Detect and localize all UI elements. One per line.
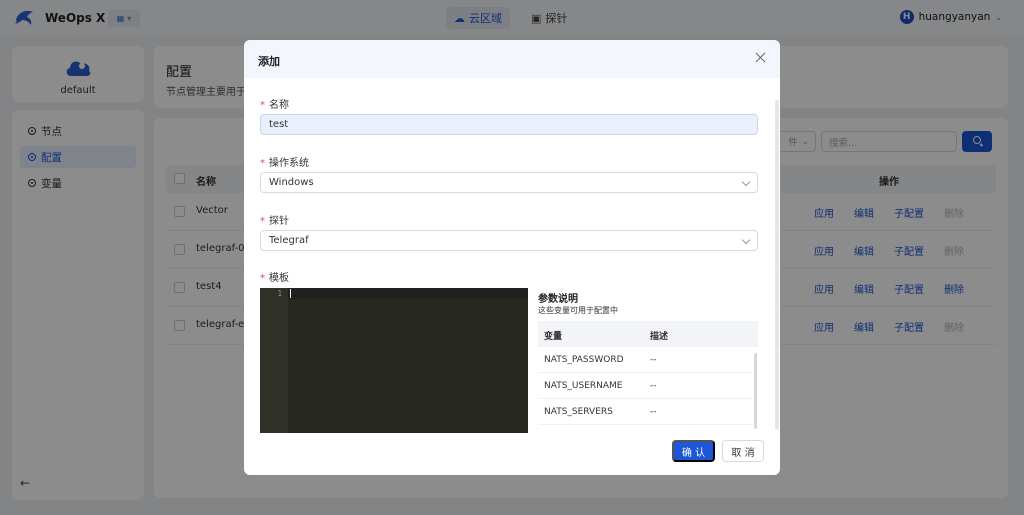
variable-name: NATS_USERNAME: [544, 381, 623, 391]
column-header-description: 描述: [650, 332, 669, 342]
variable-name: NATS_PASSWORD: [544, 355, 624, 365]
editor-active-line: [288, 288, 528, 299]
params-table-header: 变量 描述: [538, 321, 758, 347]
probe-label-text: 探针: [269, 216, 289, 227]
template-label: * 模板: [260, 269, 289, 284]
template-code-editor[interactable]: 1: [260, 288, 528, 433]
table-row: NATS_SERVERS --: [538, 399, 752, 425]
table-row: NATS_PASSWORD --: [538, 347, 752, 373]
os-select-value: Windows: [269, 177, 314, 188]
probe-label: * 探针: [260, 212, 289, 227]
os-label-text: 操作系统: [269, 158, 309, 169]
variable-description: --: [650, 407, 657, 417]
required-mark: *: [260, 100, 265, 111]
name-input[interactable]: test: [260, 114, 758, 135]
os-select[interactable]: Windows: [260, 172, 758, 193]
params-table: 变量 描述 NATS_PASSWORD -- NATS_USERNAME -- …: [538, 321, 758, 433]
variable-name: NATS_SERVERS: [544, 407, 613, 417]
name-label-text: 名称: [269, 100, 289, 111]
params-title: 参数说明: [538, 294, 578, 305]
close-icon[interactable]: [755, 51, 767, 63]
chevron-down-icon: [741, 235, 751, 245]
confirm-button[interactable]: 确 认: [672, 440, 715, 462]
chevron-down-icon: [741, 177, 751, 187]
name-label: * 名称: [260, 96, 289, 111]
add-config-modal: 添加 * 名称 test * 操作系统 Windows * 探针 Telegraf *…: [244, 40, 780, 475]
modal-scrollbar[interactable]: [775, 100, 779, 430]
required-mark: *: [260, 216, 265, 227]
variable-description: --: [650, 381, 657, 391]
probe-select-value: Telegraf: [269, 235, 309, 246]
editor-caret: [290, 289, 291, 298]
variable-description: --: [650, 355, 657, 365]
column-header-variable: 变量: [544, 332, 563, 342]
required-mark: *: [260, 158, 265, 169]
probe-select[interactable]: Telegraf: [260, 230, 758, 251]
cancel-button[interactable]: 取 消: [722, 440, 764, 462]
editor-gutter: 1: [260, 288, 288, 433]
template-label-text: 模板: [269, 273, 289, 284]
modal-header: 添加: [244, 40, 780, 78]
line-number: 1: [277, 289, 282, 298]
table-row: NATS_USERNAME --: [538, 373, 752, 399]
params-scrollbar[interactable]: [754, 353, 757, 429]
params-subtitle: 这些变量可用于配置中: [538, 306, 618, 315]
os-label: * 操作系统: [260, 154, 309, 169]
required-mark: *: [260, 273, 265, 284]
modal-title: 添加: [258, 55, 280, 68]
